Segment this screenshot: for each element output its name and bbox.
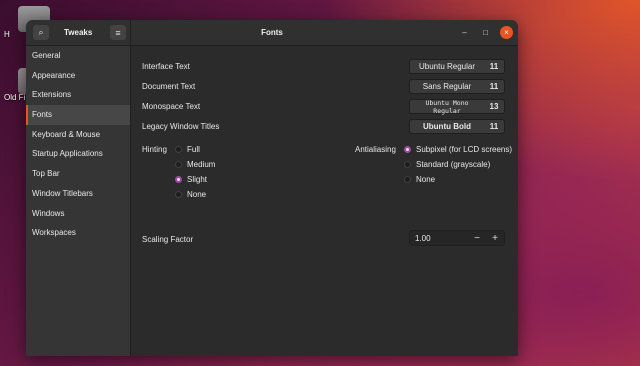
interface-font-button[interactable]: Ubuntu Regular 11 xyxy=(409,59,505,74)
sidebar-item-workspaces[interactable]: Workspaces xyxy=(26,223,130,243)
antialiasing-subpixel-label: Subpixel (for LCD screens) xyxy=(416,145,513,154)
monospace-font-name: Ubuntu Mono Regular xyxy=(425,98,469,115)
hinting-option-full[interactable]: Full xyxy=(175,145,200,154)
hinting-option-slight[interactable]: Slight xyxy=(175,175,207,184)
radio-icon xyxy=(404,176,411,183)
radio-icon xyxy=(404,161,411,168)
header-bar: ⌕ Tweaks ≡ Fonts – □ × xyxy=(26,20,518,46)
legacy-titles-label: Legacy Window Titles xyxy=(142,122,220,131)
sidebar-item-keyboard-mouse[interactable]: Keyboard & Mouse xyxy=(26,125,130,145)
window-title: Fonts xyxy=(261,28,283,37)
radio-icon xyxy=(175,191,182,198)
radio-icon xyxy=(175,161,182,168)
close-button[interactable]: × xyxy=(500,26,513,39)
minimize-button[interactable]: – xyxy=(458,26,471,39)
fonts-panel: Interface Text Ubuntu Regular 11 Documen… xyxy=(131,46,518,356)
antialiasing-option-standard[interactable]: Standard (grayscale) xyxy=(404,160,490,169)
tweaks-window: ⌕ Tweaks ≡ Fonts – □ × General Appearanc… xyxy=(26,20,518,356)
radio-selected-icon xyxy=(175,176,182,183)
close-icon: × xyxy=(504,28,509,37)
monospace-font-button[interactable]: Ubuntu Mono Regular 13 xyxy=(409,98,505,115)
decrease-button[interactable]: − xyxy=(468,233,486,244)
desktop-folder-label: Old Fi xyxy=(4,93,26,102)
radio-icon xyxy=(175,146,182,153)
antialiasing-none-label: None xyxy=(416,175,436,184)
antialiasing-label: Antialiasing xyxy=(355,145,396,154)
hinting-option-medium[interactable]: Medium xyxy=(175,160,215,169)
hinting-medium-label: Medium xyxy=(187,160,216,169)
antialiasing-standard-label: Standard (grayscale) xyxy=(416,160,491,169)
monospace-text-label: Monospace Text xyxy=(142,102,201,111)
desktop-home-label: H xyxy=(4,30,10,39)
document-font-button[interactable]: Sans Regular 11 xyxy=(409,79,505,94)
sidebar-item-fonts[interactable]: Fonts xyxy=(26,105,130,125)
legacy-font-name: Ubuntu Bold xyxy=(423,122,471,131)
interface-text-label: Interface Text xyxy=(142,62,190,71)
monospace-font-size: 13 xyxy=(489,102,499,111)
interface-font-name: Ubuntu Regular xyxy=(418,62,476,71)
document-text-label: Document Text xyxy=(142,82,196,91)
scaling-factor-label: Scaling Factor xyxy=(142,235,194,244)
antialiasing-option-subpixel[interactable]: Subpixel (for LCD screens) xyxy=(404,145,512,154)
hinting-none-label: None xyxy=(187,190,207,199)
maximize-button[interactable]: □ xyxy=(479,26,492,39)
increase-button[interactable]: + xyxy=(486,233,504,244)
legacy-font-button[interactable]: Ubuntu Bold 11 xyxy=(409,119,505,134)
maximize-icon: □ xyxy=(483,28,488,37)
sidebar-item-extensions[interactable]: Extensions xyxy=(26,85,130,105)
radio-selected-icon xyxy=(404,146,411,153)
hinting-label: Hinting xyxy=(142,145,167,154)
minimize-icon: – xyxy=(462,28,467,37)
sidebar-item-windows[interactable]: Windows xyxy=(26,204,130,224)
scaling-factor-value[interactable]: 1.00 xyxy=(410,234,468,243)
sidebar-item-window-titlebars[interactable]: Window Titlebars xyxy=(26,184,130,204)
hinting-slight-label: Slight xyxy=(187,175,208,184)
sidebar-item-appearance[interactable]: Appearance xyxy=(26,66,130,86)
hinting-full-label: Full xyxy=(187,145,200,154)
sidebar-item-startup-applications[interactable]: Startup Applications xyxy=(26,144,130,164)
interface-font-size: 11 xyxy=(489,62,499,71)
sidebar-item-general[interactable]: General xyxy=(26,46,130,66)
sidebar: General Appearance Extensions Fonts Keyb… xyxy=(26,46,131,356)
sidebar-item-top-bar[interactable]: Top Bar xyxy=(26,164,130,184)
hinting-option-none[interactable]: None xyxy=(175,190,206,199)
legacy-font-size: 11 xyxy=(489,122,499,131)
antialiasing-option-none[interactable]: None xyxy=(404,175,435,184)
document-font-size: 11 xyxy=(489,82,499,91)
scaling-factor-spinbutton[interactable]: 1.00 − + xyxy=(409,230,505,246)
document-font-name: Sans Regular xyxy=(422,82,472,91)
